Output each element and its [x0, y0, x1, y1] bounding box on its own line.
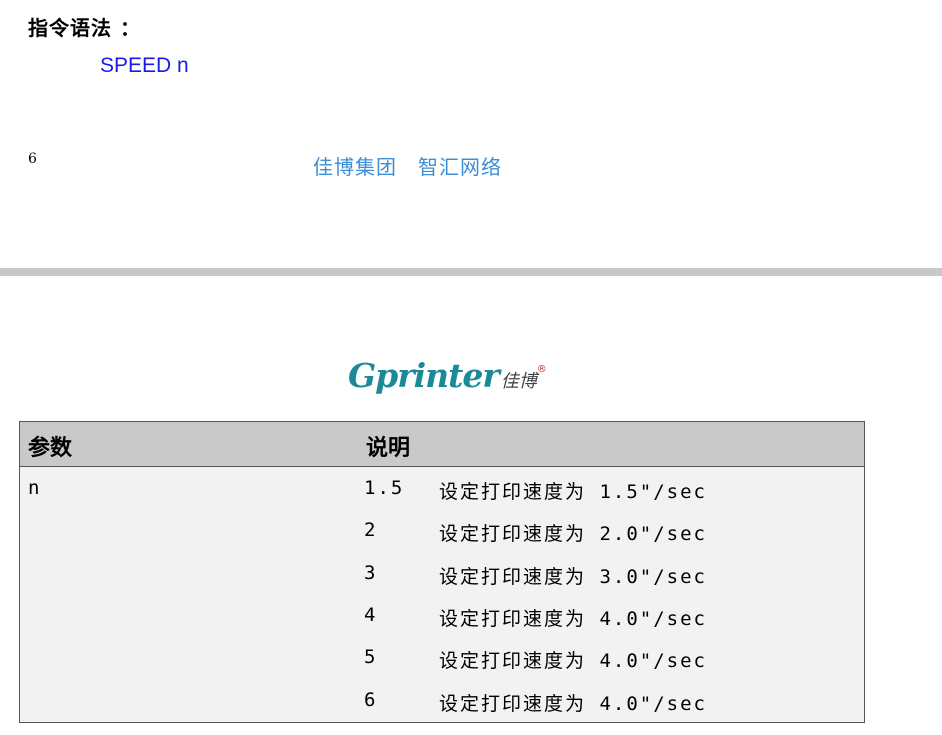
- page-divider: [0, 268, 942, 276]
- parameter-table: 参数 说明 n 1.5 设定打印速度为 1.5"/sec 2 设定打印速度为 2…: [19, 421, 865, 723]
- param-description: 设定打印速度为 1.5"/sec: [439, 481, 707, 503]
- header-param: 参数: [28, 436, 73, 461]
- header-description: 说明: [366, 436, 411, 461]
- param-description: 设定打印速度为 2.0"/sec: [439, 523, 707, 545]
- syntax-label: 指令语法 ：: [28, 16, 141, 40]
- table-row: 3 设定打印速度为 3.0"/sec: [20, 552, 864, 594]
- logo-brand-cn: 佳博: [500, 371, 537, 392]
- param-description: 设定打印速度为 3.0"/sec: [439, 566, 707, 588]
- param-value: 4: [364, 604, 378, 626]
- param-value: 2: [364, 519, 378, 541]
- param-value: 5: [364, 646, 378, 668]
- param-value: 1.5: [364, 477, 405, 499]
- table-row: 4 设定打印速度为 4.0"/sec: [20, 594, 864, 636]
- table-row: 2 设定打印速度为 2.0"/sec: [20, 509, 864, 551]
- registered-mark: ®: [536, 364, 547, 375]
- table-header: 参数 说明: [20, 422, 864, 467]
- logo-brand: Gprinter: [348, 356, 500, 395]
- table-row: 5 设定打印速度为 4.0"/sec: [20, 636, 864, 678]
- syntax-command: SPEED n: [100, 54, 189, 77]
- page-number: 6: [28, 151, 37, 167]
- param-description: 设定打印速度为 4.0"/sec: [439, 608, 707, 630]
- gprinter-logo: Gprinter 佳博®: [348, 356, 547, 408]
- param-description: 设定打印速度为 4.0"/sec: [439, 650, 707, 672]
- param-value: 3: [364, 562, 378, 584]
- table-row: n 1.5 设定打印速度为 1.5"/sec: [20, 467, 864, 509]
- param-name: n: [28, 477, 40, 499]
- footer-text: 佳博集团 智汇网络: [313, 155, 502, 179]
- param-description: 设定打印速度为 4.0"/sec: [439, 693, 707, 715]
- table-row: 6 设定打印速度为 4.0"/sec: [20, 679, 864, 721]
- param-value: 6: [364, 689, 378, 711]
